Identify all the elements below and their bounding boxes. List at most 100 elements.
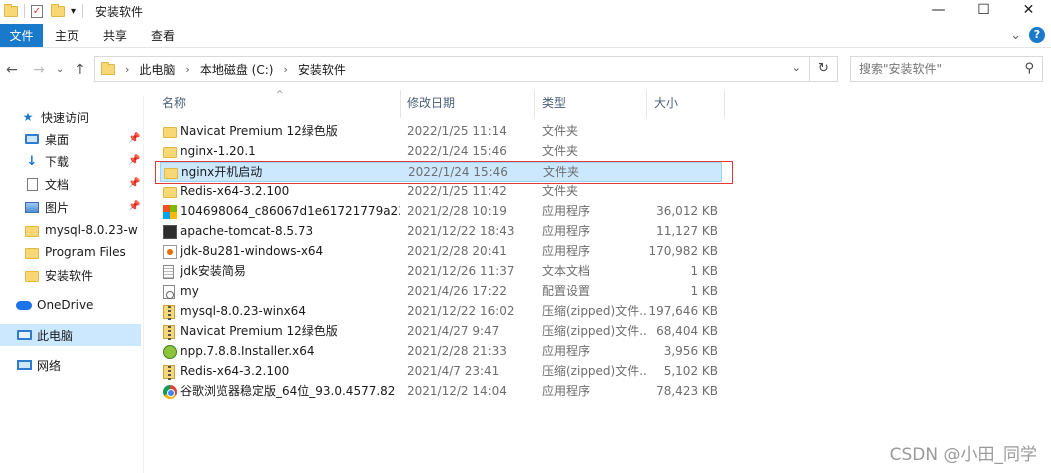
- sidebar-item-downloads[interactable]: ↓ 下载: [24, 150, 69, 172]
- back-button[interactable]: ←: [6, 62, 18, 78]
- text-file-icon: [163, 265, 174, 279]
- search-box[interactable]: ⚲: [850, 56, 1043, 82]
- up-button[interactable]: ↑: [74, 62, 86, 78]
- file-name: jdk安装简易: [180, 264, 246, 278]
- minimize-button[interactable]: —: [916, 0, 961, 22]
- column-header-date[interactable]: 修改日期: [407, 90, 455, 118]
- file-date: 2021/2/28 10:19: [407, 204, 507, 218]
- recent-locations-button[interactable]: ⌄: [56, 64, 64, 75]
- file-row[interactable]: Navicat Premium 12绿色版 2022/1/25 11:14 文件…: [160, 122, 722, 142]
- chevron-right-icon: ›: [185, 62, 190, 76]
- file-row[interactable]: my 2021/4/26 17:22 配置设置 1 KB: [160, 282, 722, 302]
- column-divider[interactable]: [724, 90, 725, 118]
- column-header-size[interactable]: 大小: [654, 90, 678, 118]
- refresh-button[interactable]: ↻: [809, 57, 837, 81]
- tab-view[interactable]: 查看: [139, 24, 187, 47]
- sidebar-item-label: 快速访问: [41, 110, 90, 125]
- sidebar-item-label: 文档: [45, 177, 70, 192]
- config-file-icon: [163, 285, 175, 299]
- pin-icon[interactable]: 📌: [128, 178, 140, 189]
- sort-ascending-icon: ^: [276, 90, 284, 100]
- tab-home[interactable]: 主页: [43, 24, 91, 47]
- column-divider[interactable]: [534, 90, 535, 118]
- file-row[interactable]: Navicat Premium 12绿色版 2021/4/27 9:47 压缩(…: [160, 322, 722, 342]
- file-date: 2022/1/24 15:46: [407, 144, 507, 158]
- ribbon-tabs: 文件 主页 共享 查看 ⌄ ?: [0, 24, 1051, 48]
- file-row[interactable]: jdk-8u281-windows-x64 2021/2/28 20:41 应用…: [160, 242, 722, 262]
- sidebar-item-pictures[interactable]: 图片: [24, 196, 69, 218]
- new-folder-icon[interactable]: [51, 3, 65, 17]
- desktop-icon: [25, 134, 39, 144]
- network-icon: [16, 360, 32, 370]
- file-row[interactable]: 104698064_c86067d1e61721779a234... 2021/…: [160, 202, 722, 222]
- breadcrumb-local-disk[interactable]: 本地磁盘 (C:): [200, 61, 274, 78]
- file-row[interactable]: apache-tomcat-8.5.73 2021/12/22 18:43 应用…: [160, 222, 722, 242]
- tab-file[interactable]: 文件: [0, 24, 43, 47]
- file-list: ^ 名称 修改日期 类型 大小 Navicat Premium 12绿色版 20…: [156, 90, 1051, 473]
- column-divider[interactable]: [646, 90, 647, 118]
- sidebar-item-quick-access[interactable]: ★ 快速访问: [20, 106, 89, 128]
- file-date: 2021/12/2 14:04: [407, 384, 507, 398]
- file-type: 文件夹: [542, 184, 579, 198]
- document-icon: [26, 177, 38, 191]
- file-date: 2021/12/26 11:37: [407, 264, 515, 278]
- customize-toolbar-icon[interactable]: ▾: [71, 6, 76, 17]
- column-divider[interactable]: [400, 90, 401, 118]
- folder-icon: [25, 270, 39, 282]
- sidebar-item-network[interactable]: 网络: [16, 354, 61, 376]
- search-input[interactable]: [859, 62, 1019, 76]
- pin-icon[interactable]: 📌: [128, 155, 140, 166]
- file-row[interactable]: nginx-1.20.1 2022/1/24 15:46 文件夹: [160, 142, 722, 162]
- file-date: 2021/4/7 23:41: [407, 364, 500, 378]
- file-row[interactable]: 谷歌浏览器稳定版_64位_93.0.4577.82 2021/12/2 14:0…: [160, 382, 722, 402]
- quick-access-toolbar: ✓ ▾: [0, 3, 87, 18]
- address-bar[interactable]: › 此电脑 › 本地磁盘 (C:) › 安装软件 ⌄ ↻: [94, 56, 838, 82]
- file-size: 197,646 KB: [648, 304, 718, 318]
- file-size: 36,012 KB: [656, 204, 718, 218]
- help-icon[interactable]: ?: [1029, 27, 1045, 43]
- sidebar-item-this-pc[interactable]: 此电脑: [0, 324, 141, 346]
- file-row[interactable]: jdk安装简易 2021/12/26 11:37 文本文档 1 KB: [160, 262, 722, 282]
- sidebar-item-program-files[interactable]: Program Files: [24, 241, 126, 263]
- sidebar-item-label: 图片: [45, 200, 70, 215]
- file-name: my: [180, 284, 199, 298]
- column-header-name[interactable]: 名称: [162, 90, 186, 118]
- sidebar-item-install-software[interactable]: 安装软件: [24, 264, 93, 286]
- computer-icon: [16, 330, 32, 340]
- file-size: 1 KB: [690, 284, 718, 298]
- file-size: 78,423 KB: [656, 384, 718, 398]
- sidebar-item-label: OneDrive: [37, 298, 94, 312]
- search-icon[interactable]: ⚲: [1024, 61, 1034, 76]
- close-button[interactable]: ✕: [1006, 0, 1051, 22]
- breadcrumb-this-pc[interactable]: 此电脑: [139, 61, 175, 78]
- file-row[interactable]: npp.7.8.8.Installer.x64 2021/2/28 21:33 …: [160, 342, 722, 362]
- file-size: 170,982 KB: [648, 244, 718, 258]
- pin-icon[interactable]: 📌: [128, 133, 140, 144]
- file-row[interactable]: Redis-x64-3.2.100 2021/4/7 23:41 压缩(zipp…: [160, 362, 722, 382]
- file-row[interactable]: Redis-x64-3.2.100 2022/1/25 11:42 文件夹: [160, 182, 722, 202]
- properties-icon[interactable]: ✓: [31, 4, 43, 18]
- installer-icon: [163, 205, 177, 219]
- sidebar-item-label: mysql-8.0.23-w: [45, 223, 138, 237]
- file-size: 3,956 KB: [663, 344, 718, 358]
- sidebar-item-label: 安装软件: [45, 268, 94, 283]
- sidebar-item-desktop[interactable]: 桌面: [24, 128, 140, 150]
- sidebar-item-documents[interactable]: 文档: [24, 173, 69, 195]
- file-name: apache-tomcat-8.5.73: [180, 224, 314, 238]
- tab-share[interactable]: 共享: [91, 24, 139, 47]
- breadcrumb-install-software[interactable]: 安装软件: [298, 61, 346, 78]
- address-dropdown-icon[interactable]: ⌄: [792, 61, 801, 74]
- folder-icon: [101, 61, 115, 75]
- forward-button[interactable]: →: [33, 62, 45, 78]
- onedrive-icon: [16, 300, 32, 310]
- file-type: 文件夹: [542, 124, 579, 138]
- file-name: Navicat Premium 12绿色版: [180, 324, 338, 338]
- file-row[interactable]: mysql-8.0.23-winx64 2021/12/22 16:02 压缩(…: [160, 302, 722, 322]
- sidebar-item-mysql[interactable]: mysql-8.0.23-w: [24, 219, 142, 241]
- expand-ribbon-icon[interactable]: ⌄: [1010, 28, 1021, 43]
- pin-icon[interactable]: 📌: [128, 201, 140, 212]
- java-icon: [163, 245, 177, 259]
- sidebar-item-onedrive[interactable]: OneDrive: [16, 294, 93, 316]
- maximize-button[interactable]: ☐: [961, 0, 1006, 22]
- column-header-type[interactable]: 类型: [542, 90, 566, 118]
